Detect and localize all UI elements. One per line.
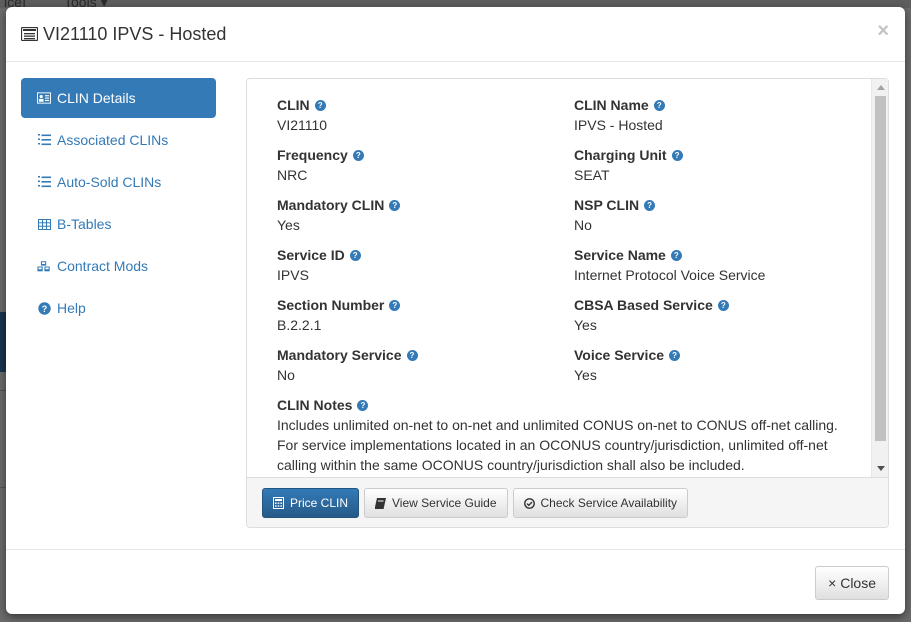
help-icon[interactable]: ? — [352, 149, 364, 161]
detail-field-cbsa-based-service: CBSA Based Service? Yes — [574, 295, 871, 345]
scrollbar-thumb[interactable] — [875, 96, 886, 441]
field-value: Yes — [574, 317, 597, 333]
help-icon[interactable]: ? — [406, 349, 418, 361]
sidebar-item-auto-sold-clins[interactable]: Auto-Sold CLINs — [21, 162, 216, 202]
button-label: Check Service Availability — [540, 496, 678, 510]
vertical-scrollbar[interactable] — [871, 79, 888, 477]
question-circle-icon: ? — [37, 301, 51, 315]
sidebar-item-label: Associated CLINs — [57, 132, 169, 148]
detail-field-service-id: Service ID? IPVS — [277, 245, 574, 295]
table-icon — [37, 217, 51, 231]
check-circle-icon — [523, 497, 535, 509]
help-icon[interactable]: ? — [644, 199, 656, 211]
sidebar-item-associated-clins[interactable]: Associated CLINs — [21, 120, 216, 160]
modal-title-text: VI21110 IPVS - Hosted — [43, 23, 227, 44]
sidebar-item-contract-mods[interactable]: Contract Mods — [21, 246, 216, 286]
sidebar-item-label: Auto-Sold CLINs — [57, 174, 162, 190]
modal-header: VI21110 IPVS - Hosted × — [6, 7, 905, 62]
field-value: VI21110 — [277, 117, 328, 133]
sidebar-item-help[interactable]: ? Help — [21, 288, 216, 328]
panel-actions: Price CLIN View Service Guide Check Serv… — [247, 477, 888, 527]
field-label: CLIN Notes — [277, 397, 353, 413]
sidebar-item-label: Help — [57, 300, 86, 316]
field-value: IPVS — [277, 267, 309, 283]
help-icon[interactable]: ? — [653, 99, 665, 111]
clin-notes-field: CLIN Notes ? Includes unlimited on-net t… — [277, 395, 871, 475]
id-card-icon — [37, 91, 51, 105]
sidebar-item-label: B-Tables — [57, 216, 112, 232]
clin-details-body[interactable]: CLIN? VI21110 CLIN Name? IPVS - Hosted Frequ… — [247, 79, 871, 477]
field-label: CLIN — [277, 97, 310, 113]
scroll-down-arrow-icon[interactable] — [872, 460, 889, 477]
calculator-icon — [273, 497, 284, 509]
book-icon — [375, 497, 387, 509]
detail-field-mandatory-clin: Mandatory CLIN? Yes — [277, 195, 574, 245]
field-value: Yes — [277, 217, 300, 233]
scroll-up-arrow-icon[interactable] — [872, 79, 889, 96]
ordered-list-icon — [37, 175, 51, 189]
help-icon[interactable]: ? — [389, 199, 401, 211]
cubes-icon — [37, 259, 51, 273]
field-label: CLIN Name — [574, 97, 649, 113]
field-label: Charging Unit — [574, 147, 667, 163]
field-label: Mandatory Service — [277, 347, 402, 363]
field-value: Yes — [574, 367, 597, 383]
svg-text:?: ? — [41, 304, 47, 314]
details-grid: CLIN? VI21110 CLIN Name? IPVS - Hosted Frequ… — [277, 95, 871, 395]
button-label: Price CLIN — [290, 496, 349, 510]
sidebar-item-clin-details[interactable]: CLIN Details — [21, 78, 216, 118]
modal-title: VI21110 IPVS - Hosted — [21, 24, 226, 45]
help-icon[interactable]: ? — [670, 249, 682, 261]
field-value: Internet Protocol Voice Service — [574, 267, 766, 283]
view-service-guide-button[interactable]: View Service Guide — [364, 488, 508, 518]
field-label: Service ID — [277, 247, 345, 263]
check-service-availability-button[interactable]: Check Service Availability — [512, 488, 689, 518]
ordered-list-icon — [37, 133, 51, 147]
sidebar-item-b-tables[interactable]: B-Tables — [21, 204, 216, 244]
help-icon[interactable]: ? — [357, 399, 369, 411]
field-label: Mandatory CLIN — [277, 197, 385, 213]
clin-notes-value: Includes unlimited on-net to on-net and … — [277, 417, 838, 473]
clin-modal: VI21110 IPVS - Hosted × CLIN Details Ass… — [6, 7, 905, 614]
sidebar-item-label: CLIN Details — [57, 90, 136, 106]
button-label: View Service Guide — [392, 496, 497, 510]
field-label: NSP CLIN — [574, 197, 640, 213]
field-label: Voice Service — [574, 347, 665, 363]
help-icon[interactable]: ? — [314, 99, 326, 111]
help-icon[interactable]: ? — [669, 349, 681, 361]
field-label: CBSA Based Service — [574, 297, 713, 313]
detail-field-charging-unit: Charging Unit? SEAT — [574, 145, 871, 195]
detail-field-section-number: Section Number? B.2.2.1 — [277, 295, 574, 345]
field-value: No — [277, 367, 295, 383]
field-value: IPVS - Hosted — [574, 117, 663, 133]
field-value: B.2.2.1 — [277, 317, 322, 333]
field-value: No — [574, 217, 592, 233]
help-icon[interactable]: ? — [389, 299, 401, 311]
sidebar-nav: CLIN Details Associated CLINs Auto-Sold … — [21, 78, 216, 330]
help-icon[interactable]: ? — [717, 299, 729, 311]
clin-details-panel: CLIN? VI21110 CLIN Name? IPVS - Hosted Frequ… — [246, 78, 889, 528]
sidebar-item-label: Contract Mods — [57, 258, 149, 274]
detail-field-voice-service: Voice Service? Yes — [574, 345, 871, 395]
detail-field-frequency: Frequency? NRC — [277, 145, 574, 195]
detail-field-clin: CLIN? VI21110 — [277, 95, 574, 145]
field-label: Frequency — [277, 147, 348, 163]
field-value: SEAT — [574, 167, 610, 183]
help-icon[interactable]: ? — [671, 149, 683, 161]
close-icon[interactable]: × — [877, 21, 889, 41]
price-clin-button[interactable]: Price CLIN — [262, 488, 360, 518]
modal-footer: × Close — [6, 549, 905, 614]
field-value: NRC — [277, 167, 308, 183]
detail-field-mandatory-service: Mandatory Service? No — [277, 345, 574, 395]
detail-field-service-name: Service Name? Internet Protocol Voice Ser… — [574, 245, 871, 295]
list-alt-icon — [21, 27, 38, 41]
field-label: Section Number — [277, 297, 385, 313]
detail-field-clin-name: CLIN Name? IPVS - Hosted — [574, 95, 871, 145]
close-button[interactable]: × Close — [815, 566, 889, 600]
help-icon[interactable]: ? — [349, 249, 361, 261]
field-label: Service Name — [574, 247, 666, 263]
detail-field-nsp-clin: NSP CLIN? No — [574, 195, 871, 245]
